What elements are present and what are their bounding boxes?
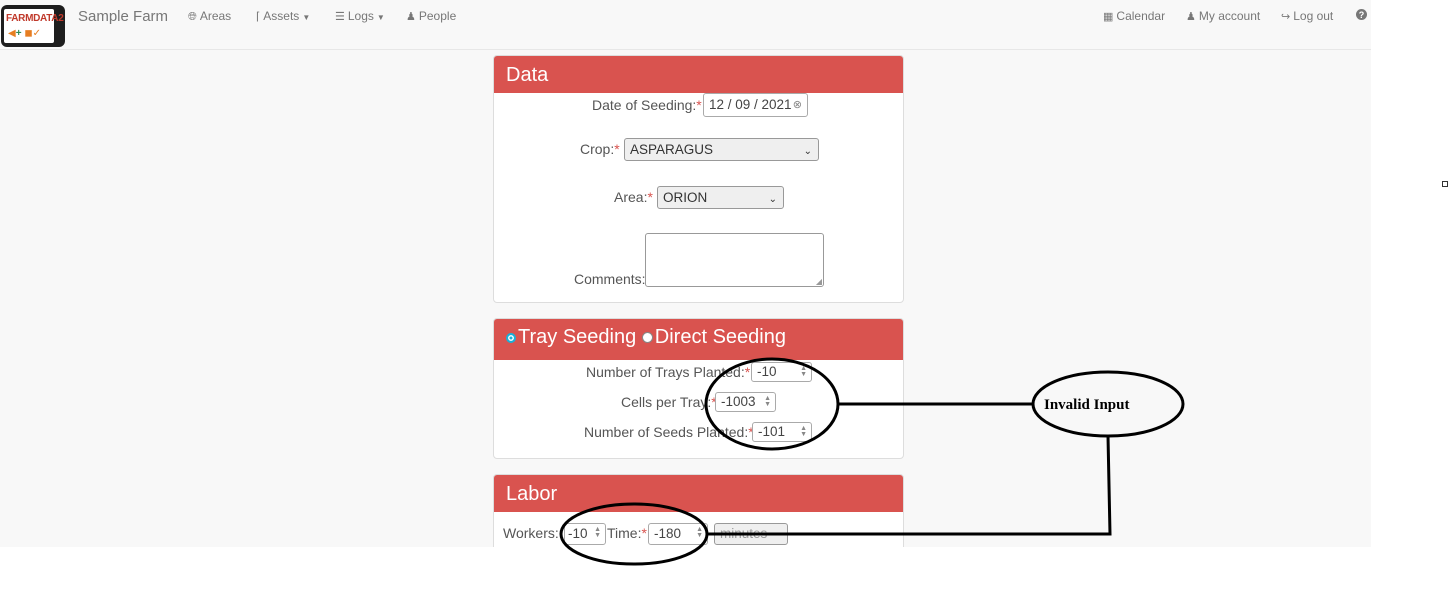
- invalid-input-annotation: Invalid Input: [559, 357, 1185, 566]
- scroll-marker: [1442, 181, 1448, 187]
- seeding-inputs-circle: [704, 357, 840, 451]
- connector-line: [707, 435, 1112, 536]
- labor-inputs-circle: [559, 502, 709, 566]
- invalid-input-text: Invalid Input: [1044, 397, 1129, 413]
